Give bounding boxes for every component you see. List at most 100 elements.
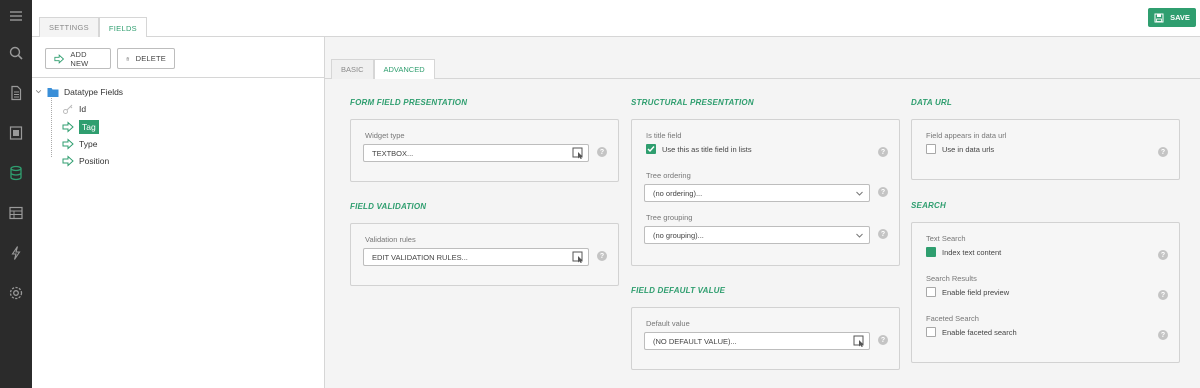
add-new-label: ADD NEW xyxy=(70,49,89,68)
delete-button[interactable]: DELETE xyxy=(117,48,175,69)
tab-fields[interactable]: FIELDS xyxy=(98,17,147,38)
section-title-search: SEARCH xyxy=(911,201,946,210)
tree-root[interactable]: Datatype Fields xyxy=(35,84,123,99)
tree-item-type[interactable]: Type xyxy=(62,136,97,151)
default-value-value: (NO DEFAULT VALUE)... xyxy=(653,336,737,346)
help-icon[interactable]: ? xyxy=(1158,290,1168,300)
lightning-icon[interactable] xyxy=(6,243,26,263)
tree-ordering-label: Tree ordering xyxy=(646,171,691,180)
save-label: SAVE xyxy=(1170,13,1190,22)
field-preview-check-label: Enable field preview xyxy=(942,287,1010,297)
help-icon[interactable]: ? xyxy=(878,229,888,239)
section-title-structural: STRUCTURAL PRESENTATION xyxy=(631,98,754,107)
validation-rules-label: Validation rules xyxy=(365,235,416,244)
top-tabs: SETTINGS FIELDS xyxy=(39,17,147,38)
field-settings: BASIC ADVANCED FORM FIELD PRESENTATION W… xyxy=(325,37,1200,388)
search-icon[interactable] xyxy=(6,43,26,63)
field-arrow-icon xyxy=(62,154,74,167)
tree-item-tag[interactable]: Tag xyxy=(62,119,99,134)
section-title-form-field: FORM FIELD PRESENTATION xyxy=(350,98,468,107)
help-icon[interactable]: ? xyxy=(878,335,888,345)
faceted-search-checkbox[interactable]: Enable faceted search xyxy=(926,327,1017,337)
help-icon[interactable]: ? xyxy=(878,187,888,197)
tree-toolbar: ADD NEW DELETE xyxy=(32,37,324,78)
save-icon xyxy=(1154,13,1164,22)
add-new-button[interactable]: ADD NEW xyxy=(45,48,111,69)
database-icon[interactable] xyxy=(6,163,26,183)
help-icon[interactable]: ? xyxy=(878,147,888,157)
subtab-divider xyxy=(325,78,1200,79)
folder-icon xyxy=(47,87,59,97)
checkbox-unchecked xyxy=(926,327,936,337)
help-icon[interactable]: ? xyxy=(597,251,607,261)
help-icon[interactable]: ? xyxy=(1158,147,1168,157)
faceted-search-check-label: Enable faceted search xyxy=(942,327,1017,337)
help-icon[interactable]: ? xyxy=(597,147,607,157)
top-bar: SETTINGS FIELDS SAVE xyxy=(32,0,1200,38)
tab-advanced[interactable]: ADVANCED xyxy=(373,59,435,79)
text-search-check-label: Index text content xyxy=(942,247,1002,257)
app-rail xyxy=(0,0,32,388)
faceted-search-label: Faceted Search xyxy=(926,314,979,323)
checkbox-unchecked xyxy=(926,144,936,154)
help-icon[interactable]: ? xyxy=(1158,250,1168,260)
tree-ordering-select[interactable]: (no ordering)... xyxy=(644,184,870,202)
media-icon[interactable] xyxy=(6,123,26,143)
text-search-checkbox[interactable]: Index text content xyxy=(926,247,1001,257)
field-preview-checkbox[interactable]: Enable field preview xyxy=(926,287,1009,297)
data-url-label: Field appears in data url xyxy=(926,131,1007,140)
chevron-down-icon xyxy=(856,191,863,196)
delete-label: DELETE xyxy=(135,54,166,63)
tree-item-position[interactable]: Position xyxy=(62,153,109,168)
validation-panel: Validation rules EDIT VALIDATION RULES..… xyxy=(350,223,619,286)
field-arrow-icon xyxy=(62,120,74,133)
picker-icon xyxy=(572,251,583,263)
default-value-panel: Default value (NO DEFAULT VALUE)... ? xyxy=(631,307,900,370)
table-icon[interactable] xyxy=(6,203,26,223)
sub-tabs: BASIC ADVANCED xyxy=(331,59,435,79)
tree-grouping-label: Tree grouping xyxy=(646,213,693,222)
tree-item-label: Id xyxy=(79,103,87,114)
tree-grouping-value: (no grouping)... xyxy=(653,230,704,240)
section-title-data-url: DATA URL xyxy=(911,98,952,107)
menu-icon[interactable] xyxy=(6,6,26,26)
key-icon xyxy=(63,104,73,114)
document-icon[interactable] xyxy=(6,83,26,103)
fields-tree-panel: ADD NEW DELETE Datatype Fields Id Tag Ty… xyxy=(32,37,325,388)
tree-item-label: Tag xyxy=(79,119,99,134)
chevron-down-icon xyxy=(856,233,863,238)
tree-item-id[interactable]: Id xyxy=(62,101,86,116)
form-field-panel: Widget type TEXTBOX... ? xyxy=(350,119,619,182)
collapse-chevron-icon xyxy=(35,90,42,94)
checkbox-checked xyxy=(926,247,936,257)
tree-item-label: Type xyxy=(79,138,98,149)
default-value-label: Default value xyxy=(646,319,690,328)
validation-rules-value: EDIT VALIDATION RULES... xyxy=(372,252,468,262)
save-button[interactable]: SAVE xyxy=(1148,8,1196,27)
data-url-checkbox[interactable]: Use in data urls xyxy=(926,144,994,154)
help-icon[interactable]: ? xyxy=(1158,330,1168,340)
tree-item-label: Position xyxy=(79,155,110,166)
checkbox-checked xyxy=(646,144,656,154)
picker-icon xyxy=(572,147,583,159)
search-results-label: Search Results xyxy=(926,274,977,283)
checkbox-unchecked xyxy=(926,287,936,297)
widget-type-value: TEXTBOX... xyxy=(372,148,414,158)
tree-guide-line xyxy=(51,94,52,157)
search-panel: Text Search Index text content ? Search … xyxy=(911,222,1180,363)
section-title-validation: FIELD VALIDATION xyxy=(350,202,427,211)
tree-grouping-select[interactable]: (no grouping)... xyxy=(644,226,870,244)
field-arrow-icon xyxy=(62,137,74,150)
tab-basic[interactable]: BASIC xyxy=(331,59,374,79)
title-field-checkbox[interactable]: Use this as title field in lists xyxy=(646,144,752,154)
trash-icon xyxy=(126,56,130,61)
widget-type-label: Widget type xyxy=(365,131,405,140)
picker-icon xyxy=(853,335,864,347)
structural-panel: Is title field Use this as title field i… xyxy=(631,119,900,266)
default-value-field[interactable]: (NO DEFAULT VALUE)... xyxy=(644,332,870,350)
widget-type-field[interactable]: TEXTBOX... xyxy=(363,144,589,162)
gear-icon[interactable] xyxy=(6,283,26,303)
section-title-default-value: FIELD DEFAULT VALUE xyxy=(631,286,726,295)
tab-settings[interactable]: SETTINGS xyxy=(39,17,99,37)
validation-rules-field[interactable]: EDIT VALIDATION RULES... xyxy=(363,248,589,266)
